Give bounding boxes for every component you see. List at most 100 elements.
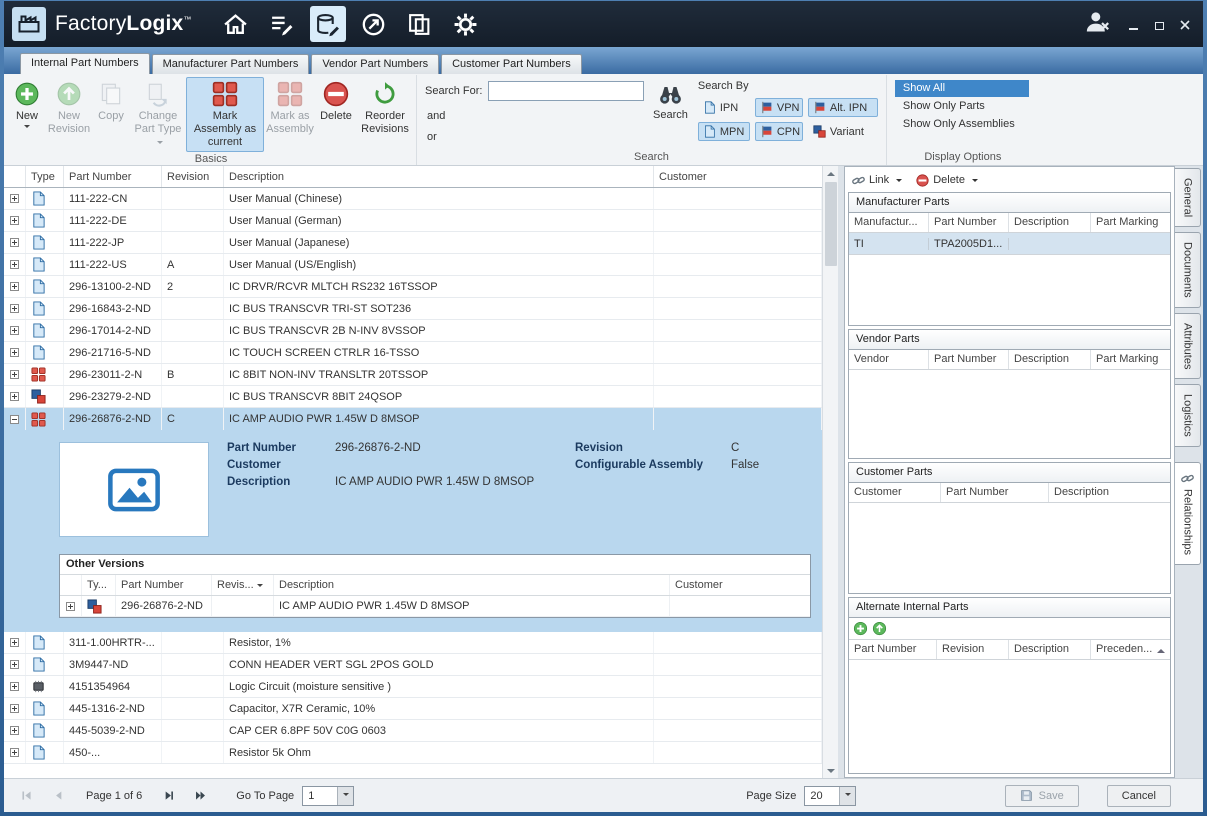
tab-attributes[interactable]: Attributes <box>1175 312 1201 380</box>
add-alternate-icon[interactable] <box>853 621 868 636</box>
settings-nav-icon[interactable] <box>448 6 484 42</box>
collapse-icon[interactable] <box>10 414 19 424</box>
column-header-part-number[interactable]: Part Number <box>929 350 1009 369</box>
filter-dropdown-icon[interactable] <box>256 584 263 590</box>
table-row[interactable]: 111-222-JP User Manual (Japanese) <box>4 232 822 254</box>
reorder-revisions-button[interactable]: Reorder Revisions <box>356 77 414 152</box>
expand-icon[interactable] <box>66 601 75 611</box>
table-row[interactable]: 111-222-US A User Manual (US/English) <box>4 254 822 276</box>
page-size-select[interactable]: 20 <box>804 785 857 806</box>
parts-nav-icon[interactable] <box>309 6 346 42</box>
expand-icon[interactable] <box>10 704 19 713</box>
expand-icon[interactable] <box>10 282 19 291</box>
tab-logistics[interactable]: Logistics <box>1175 384 1201 448</box>
column-header-description[interactable]: Description <box>1009 350 1091 369</box>
column-header-part-number[interactable]: Part Number <box>64 166 162 187</box>
expand-icon[interactable] <box>10 392 19 401</box>
tab-general[interactable]: General <box>1175 168 1201 228</box>
column-header-description[interactable]: Description <box>1049 483 1170 502</box>
table-row[interactable]: 296-21716-5-ND IC TOUCH SCREEN CTRLR 16-T… <box>4 342 822 364</box>
cancel-button[interactable]: Cancel <box>1106 784 1171 807</box>
expand-icon[interactable] <box>10 726 19 735</box>
expand-icon[interactable] <box>10 304 19 313</box>
table-row[interactable]: 3M9447-ND CONN HEADER VERT SGL 2POS GOLD <box>4 654 822 676</box>
compass-nav-icon[interactable] <box>356 6 392 42</box>
delete-link-button[interactable]: Delete <box>916 174 978 187</box>
expand-icon[interactable] <box>10 238 19 247</box>
chip-ipn[interactable]: IPN <box>698 98 750 117</box>
expand-icon[interactable] <box>10 348 19 357</box>
table-row[interactable]: 111-222-DE User Manual (German) <box>4 210 822 232</box>
new-revision-button[interactable]: New Revision <box>46 77 92 152</box>
previous-page-button[interactable] <box>46 786 70 806</box>
table-row[interactable]: 296-13100-2-ND 2 IC DRVR/RCVR MLTCH RS232 … <box>4 276 822 298</box>
delete-button[interactable]: Delete <box>316 77 356 152</box>
table-row[interactable]: 311-1.00HRTR-... Resistor, 1% <box>4 632 822 654</box>
scroll-up-icon[interactable] <box>823 166 838 181</box>
table-row[interactable]: 296-23011-2-N B IC 8BIT NON-INV TRANSLTR 2… <box>4 364 822 386</box>
search-input[interactable] <box>488 81 645 101</box>
user-icon[interactable] <box>1084 9 1111 39</box>
new-button[interactable]: New <box>8 77 46 152</box>
copy-button[interactable]: Copy <box>92 77 130 152</box>
mark-assembly-current-button[interactable]: Mark Assembly as current <box>186 77 264 152</box>
show-only-assemblies-option[interactable]: Show Only Assemblies <box>895 116 1029 133</box>
expand-icon[interactable] <box>10 660 19 669</box>
documents-nav-icon[interactable] <box>402 6 438 42</box>
expand-icon[interactable] <box>10 216 19 225</box>
tab-internal-part-numbers[interactable]: Internal Part Numbers <box>20 53 150 74</box>
column-header-description[interactable]: Description <box>1009 213 1091 232</box>
chip-alt-ipn[interactable]: Alt. IPN <box>807 98 878 117</box>
column-header-part-number[interactable]: Part Number <box>941 483 1049 502</box>
column-header-part-marking[interactable]: Part Marking <box>1091 350 1170 369</box>
column-header-description[interactable]: Description <box>274 575 670 595</box>
save-button[interactable]: Save <box>1004 784 1079 807</box>
link-button[interactable]: Link <box>852 174 903 187</box>
column-header-part-number[interactable]: Part Number <box>849 640 937 659</box>
table-row[interactable]: 111-222-CN User Manual (Chinese) <box>4 188 822 210</box>
column-header-customer[interactable]: Customer <box>849 483 941 502</box>
mark-as-assembly-button[interactable]: Mark as Assembly <box>264 77 316 152</box>
column-header-type[interactable]: Type <box>26 166 64 187</box>
scroll-down-icon[interactable] <box>823 763 838 778</box>
expand-icon[interactable] <box>10 326 19 335</box>
table-row[interactable]: 445-5039-2-ND CAP CER 6.8PF 50V C0G 0603 <box>4 720 822 742</box>
column-header-vendor[interactable]: Vendor <box>849 350 929 369</box>
column-header-type[interactable]: Ty... <box>82 575 116 595</box>
close-button[interactable] <box>1179 18 1191 30</box>
table-row[interactable]: 296-16843-2-ND IC BUS TRANSCVR TRI-ST SOT… <box>4 298 822 320</box>
show-only-parts-option[interactable]: Show Only Parts <box>895 98 1029 115</box>
column-header-description[interactable]: Description <box>224 166 654 187</box>
expand-icon[interactable] <box>10 194 19 203</box>
scrollbar-thumb[interactable] <box>824 182 837 266</box>
column-header-precedence[interactable]: Preceden... <box>1091 640 1170 659</box>
show-all-option[interactable]: Show All <box>894 80 1029 97</box>
home-nav-icon[interactable] <box>218 6 254 42</box>
manufacturer-part-row[interactable]: TI TPA2005D1... <box>849 233 1170 255</box>
column-header-revision[interactable]: Revision <box>162 166 224 187</box>
column-header-part-marking[interactable]: Part Marking <box>1091 213 1170 232</box>
last-page-button[interactable] <box>188 786 212 806</box>
tab-relationships[interactable]: Relationships <box>1175 462 1201 566</box>
chip-vpn[interactable]: VPN <box>754 98 803 117</box>
expand-icon[interactable] <box>10 682 19 691</box>
checklist-nav-icon[interactable] <box>264 6 300 42</box>
column-header-customer[interactable]: Customer <box>654 166 822 187</box>
chip-mpn[interactable]: MPN <box>697 122 750 141</box>
expand-icon[interactable] <box>10 748 19 757</box>
expand-icon[interactable] <box>10 260 19 269</box>
column-header-revision[interactable]: Revis... <box>212 575 274 595</box>
table-row[interactable]: 445-1316-2-ND Capacitor, X7R Ceramic, 10% <box>4 698 822 720</box>
chip-cpn[interactable]: CPN <box>754 122 803 141</box>
change-part-type-button[interactable]: Change Part Type <box>130 77 186 152</box>
column-header-part-number[interactable]: Part Number <box>116 575 212 595</box>
first-page-button[interactable] <box>14 786 38 806</box>
column-header-customer[interactable]: Customer <box>670 575 810 595</box>
other-version-row[interactable]: 296-26876-2-ND IC AMP AUDIO PWR 1.45W D … <box>60 596 810 617</box>
table-row-selected[interactable]: 296-26876-2-ND C IC AMP AUDIO PWR 1.45W D … <box>4 408 822 430</box>
column-header-part-number[interactable]: Part Number <box>929 213 1009 232</box>
table-row[interactable]: 296-17014-2-ND IC BUS TRANSCVR 2B N-INV 8… <box>4 320 822 342</box>
tab-documents[interactable]: Documents <box>1175 232 1201 308</box>
column-header-revision[interactable]: Revision <box>937 640 1009 659</box>
column-header-manufacturer[interactable]: Manufactur... <box>849 213 929 232</box>
